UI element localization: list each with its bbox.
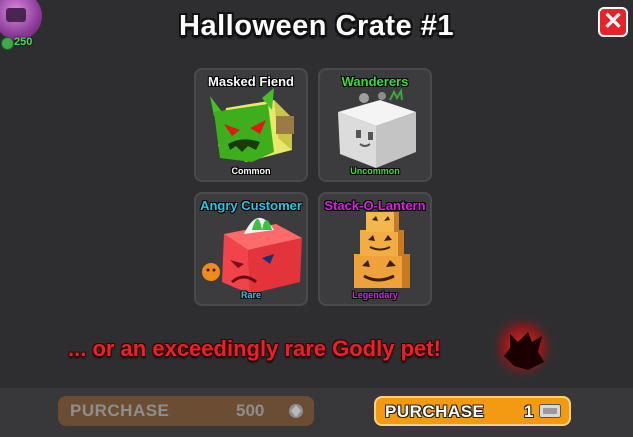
gem-icon (289, 404, 303, 418)
pet-card-stack-o-lantern: Stack-O-Lantern Legendary (318, 192, 432, 306)
pet-rarity: Common (231, 166, 271, 176)
pet-rarity: Legendary (352, 290, 398, 300)
pet-rarity: Uncommon (350, 166, 400, 176)
pet-name: Masked Fiend (208, 74, 294, 89)
ticket-price: 1 (524, 402, 534, 421)
gem-price: 500 (236, 401, 265, 420)
purchase-label: PURCHASE (385, 402, 485, 421)
pet-card-masked-fiend: Masked Fiend Common (194, 68, 308, 182)
godly-pet-text: ... or an exceedingly rare Godly pet! (68, 336, 441, 361)
purchase-label: PURCHASE (70, 401, 170, 420)
close-button[interactable]: ✕ (598, 7, 628, 37)
crate-window: 250 Halloween Crate #1 ✕ Masked Fiend Co… (0, 0, 633, 437)
pet-name: Angry Customer (200, 198, 302, 213)
pet-card-angry-customer: Angry Customer Rare (194, 192, 308, 306)
pet-card-wanderers: Wanderers Uncommon (318, 68, 432, 182)
purchase-gems-button[interactable]: PURCHASE 500 (58, 396, 314, 426)
pet-name: Stack-O-Lantern (324, 198, 426, 213)
pet-name: Wanderers (341, 74, 409, 89)
ticket-icon (539, 404, 561, 418)
godly-pet-silhouette-icon (489, 313, 557, 381)
purchase-tickets-button[interactable]: PURCHASE 1 (374, 396, 571, 426)
pet-rarity: Rare (240, 290, 261, 300)
crate-title: Halloween Crate #1 (179, 10, 454, 42)
